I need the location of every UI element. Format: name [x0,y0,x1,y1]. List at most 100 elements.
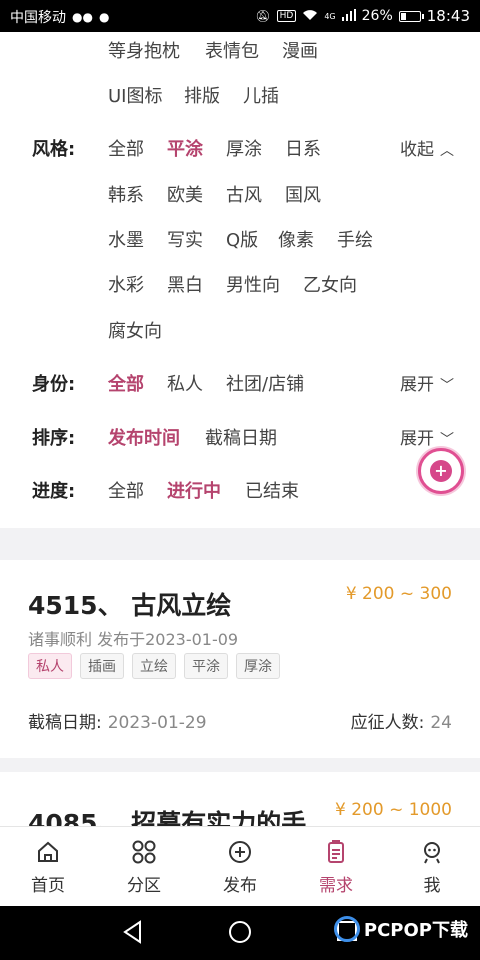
identity-row: 身份: 全部 私人 社团/店铺 展开 ﹀ [0,368,480,398]
type-option[interactable]: 漫画 [282,37,318,63]
style-option[interactable]: 水彩 [108,271,144,297]
style-option[interactable]: 韩系 [108,181,144,207]
card-price: ¥ 200 ~ 1000 [335,800,452,820]
nav-me[interactable]: 我 [384,827,480,906]
identity-option-all[interactable]: 全部 [108,370,144,396]
sort-expand-toggle[interactable]: 展开 ﹀ [400,424,454,449]
bottom-nav: 首页 分区 发布 需求 我 [0,826,480,906]
style-option-all[interactable]: 全部 [108,135,144,161]
system-nav-bar: PCPOP下载 [0,906,480,960]
card-deadline: 截稿日期: 2023-01-29 [28,708,207,733]
style-option[interactable]: 像素 [278,226,314,252]
type-option[interactable]: 排版 [184,82,220,108]
sort-option-publish-time[interactable]: 发布时间 [108,424,180,450]
nav-demand[interactable]: 需求 [288,827,384,906]
style-option[interactable]: 水墨 [108,226,144,252]
style-option[interactable]: 国风 [285,181,321,207]
type-option[interactable]: 表情包 [205,37,259,63]
battery-percent: 26% [361,8,393,24]
request-card[interactable]: 4085、 招募有实力的手 ¥ 200 ~ 1000 [0,772,480,832]
collapse-label: 收起 [400,140,434,160]
type-option[interactable]: 儿插 [243,82,279,108]
style-label: 风格: [32,139,76,160]
chevron-down-icon: ﹀ [440,432,454,448]
card-author: 诸事顺利 [28,630,93,649]
tag: 立绘 [132,653,176,679]
user-icon [424,842,440,864]
sort-label: 排序: [32,428,76,449]
style-option[interactable]: 厚涂 [226,135,262,161]
progress-option-ended[interactable]: 已结束 [245,477,299,503]
style-option-flat[interactable]: 平涂 [167,135,203,161]
applicants-value: 24 [430,713,452,733]
wifi-icon [302,9,318,24]
plus-circle-icon [229,841,251,863]
progress-option-ongoing[interactable]: 进行中 [167,477,221,503]
style-option[interactable]: 黑白 [167,271,203,297]
style-option[interactable]: 日系 [285,135,321,161]
style-option[interactable]: 腐女向 [108,317,162,343]
type-option[interactable]: 等身抱枕 [108,37,180,63]
status-bar: 中国移动 ●● ● 🔕︎ HD 4G 26% 18:43 [0,0,480,32]
identity-option[interactable]: 社团/店铺 [226,370,304,396]
nav-home[interactable]: 首页 [0,827,96,906]
style-row-5: 腐女向 [0,315,480,345]
expand-label: 展开 [400,375,434,395]
style-option[interactable]: 欧美 [167,181,203,207]
style-option[interactable]: 乙女向 [303,271,357,297]
back-icon[interactable] [122,920,144,944]
floating-add-button[interactable]: + [418,448,464,494]
sort-row: 排序: 发布时间 截稿日期 展开 ﹀ [0,422,480,452]
nav-label: 需求 [319,876,353,896]
tag: 平涂 [184,653,228,679]
identity-option[interactable]: 私人 [167,370,203,396]
battery-icon [398,10,424,22]
message-icon: ● [98,10,110,24]
request-card[interactable]: 4515、 古风立绘 ¥ 200 ~ 300 诸事顺利 发布于2023-01-0… [0,560,480,758]
tag: 插画 [80,653,124,679]
type-row-2: UI图标 排版 儿插 [0,80,480,110]
card-applicants: 应征人数: 24 [351,708,452,733]
hd-badge: HD [276,10,297,22]
network-label: 4G [324,11,336,21]
expand-label: 展开 [400,429,434,449]
style-collapse-toggle[interactable]: 收起 ︿ [400,135,454,160]
style-option[interactable]: Q版 [226,226,258,252]
style-row-3: 水墨 写实 Q版 像素 手绘 [0,224,480,254]
style-option[interactable]: 写实 [167,226,203,252]
sort-option-deadline[interactable]: 截稿日期 [205,424,277,450]
card-published: 发布于2023-01-09 [97,630,239,649]
tag-list: 私人 插画 立绘 平涂 厚涂 [28,653,280,679]
style-row-4: 水彩 黑白 男性向 乙女向 [0,269,480,299]
identity-label: 身份: [32,374,76,395]
style-row: 风格: 全部 平涂 厚涂 日系 收起 ︿ [0,133,480,163]
deadline-label: 截稿日期: [28,713,102,733]
style-option[interactable]: 男性向 [226,271,280,297]
filter-panel: 等身抱枕 表情包 漫画 UI图标 排版 儿插 风格: 全部 平涂 厚涂 日系 收… [0,32,480,528]
type-row-1: 等身抱枕 表情包 漫画 [0,35,480,65]
grid-icon [132,840,156,864]
style-row-2: 韩系 欧美 古风 国风 [0,179,480,209]
chevron-up-icon: ︿ [440,143,454,159]
style-option[interactable]: 手绘 [337,226,373,252]
progress-option-all[interactable]: 全部 [108,477,144,503]
nav-category[interactable]: 分区 [96,827,192,906]
nav-label: 分区 [127,876,161,896]
card-title: 4515、 古风立绘 [28,591,232,620]
wechat-icon: ●● [72,10,93,24]
signal-icon [341,8,356,24]
nav-publish[interactable]: 发布 [192,827,288,906]
watermark: PCPOP下载 [333,916,468,942]
home-icon [38,841,58,862]
identity-expand-toggle[interactable]: 展开 ﹀ [400,370,454,395]
progress-row: 进度: 全部 进行中 已结束 [0,475,480,505]
home-button-icon[interactable] [228,920,252,944]
watermark-logo-icon [333,916,360,942]
plus-icon: + [430,460,452,482]
style-option[interactable]: 古风 [226,181,262,207]
carrier-label: 中国移动 [10,10,66,26]
applicants-label: 应征人数: [350,713,425,733]
clock: 18:43 [426,7,470,25]
type-option[interactable]: UI图标 [108,82,162,108]
card-price: ¥ 200 ~ 300 [345,584,452,604]
